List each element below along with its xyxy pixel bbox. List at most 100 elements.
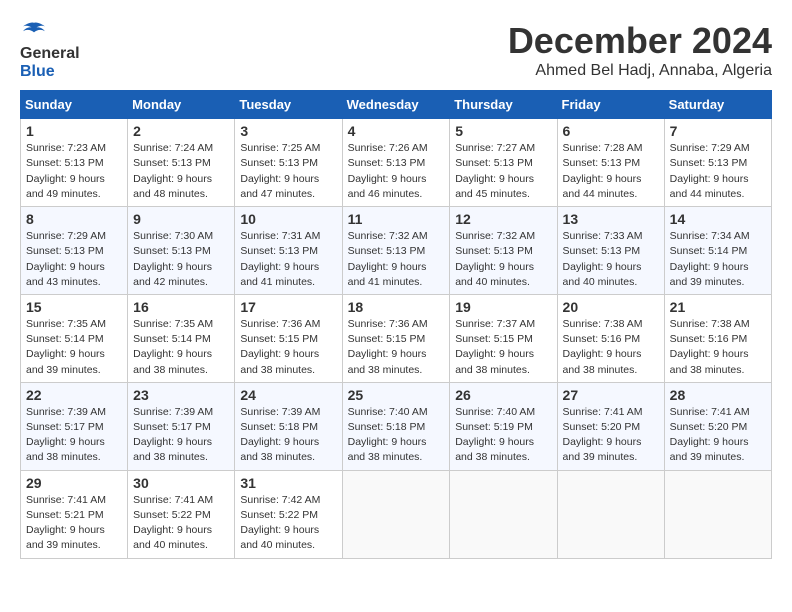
day-info: Sunrise: 7:40 AMSunset: 5:19 PMDaylight:…	[455, 405, 551, 466]
day-info: Sunrise: 7:41 AMSunset: 5:20 PMDaylight:…	[563, 405, 659, 466]
day-number: 15	[26, 299, 122, 315]
calendar-cell: 7 Sunrise: 7:29 AMSunset: 5:13 PMDaylight…	[664, 119, 771, 207]
calendar-cell: 1 Sunrise: 7:23 AMSunset: 5:13 PMDaylight…	[21, 119, 128, 207]
calendar-cell: 16 Sunrise: 7:35 AMSunset: 5:14 PMDayligh…	[128, 294, 235, 382]
calendar-cell: 2Sunrise: 7:24 AMSunset: 5:13 PMDaylight…	[128, 119, 235, 207]
day-number: 11	[348, 211, 445, 227]
calendar-cell: 11 Sunrise: 7:32 AMSunset: 5:13 PMDayligh…	[342, 207, 450, 295]
day-info: Sunrise: 7:28 AMSunset: 5:13 PMDaylight:…	[563, 141, 659, 202]
day-info: Sunrise: 7:35 AMSunset: 5:14 PMDaylight:…	[133, 317, 229, 378]
day-number: 16	[133, 299, 229, 315]
calendar-cell	[342, 470, 450, 558]
calendar-cell: 24 Sunrise: 7:39 AMSunset: 5:18 PMDayligh…	[235, 382, 342, 470]
calendar-cell: 5Sunrise: 7:27 AMSunset: 5:13 PMDaylight…	[450, 119, 557, 207]
calendar-cell: 31Sunrise: 7:42 AMSunset: 5:22 PMDayligh…	[235, 470, 342, 558]
day-number: 3	[240, 123, 336, 139]
day-info: Sunrise: 7:31 AMSunset: 5:13 PMDaylight:…	[240, 229, 336, 290]
day-info: Sunrise: 7:37 AMSunset: 5:15 PMDaylight:…	[455, 317, 551, 378]
calendar-week-4: 22 Sunrise: 7:39 AMSunset: 5:17 PMDayligh…	[21, 382, 772, 470]
calendar-cell	[450, 470, 557, 558]
calendar-header-sunday: Sunday	[21, 91, 128, 119]
calendar-header-thursday: Thursday	[450, 91, 557, 119]
calendar-cell: 22 Sunrise: 7:39 AMSunset: 5:17 PMDayligh…	[21, 382, 128, 470]
calendar-header-row: SundayMondayTuesdayWednesdayThursdayFrid…	[21, 91, 772, 119]
day-info: Sunrise: 7:34 AMSunset: 5:14 PMDaylight:…	[670, 229, 766, 290]
calendar-cell: 15Sunrise: 7:35 AMSunset: 5:14 PMDayligh…	[21, 294, 128, 382]
day-number: 17	[240, 299, 336, 315]
day-number: 8	[26, 211, 122, 227]
day-info: Sunrise: 7:33 AMSunset: 5:13 PMDaylight:…	[563, 229, 659, 290]
calendar-header-monday: Monday	[128, 91, 235, 119]
logo-general: General	[20, 45, 80, 63]
calendar-cell: 28 Sunrise: 7:41 AMSunset: 5:20 PMDayligh…	[664, 382, 771, 470]
day-number: 9	[133, 211, 229, 227]
location-subtitle: Ahmed Bel Hadj, Annaba, Algeria	[508, 62, 772, 80]
calendar-table: SundayMondayTuesdayWednesdayThursdayFrid…	[20, 90, 772, 558]
day-number: 10	[240, 211, 336, 227]
day-number: 4	[348, 123, 445, 139]
calendar-week-2: 8 Sunrise: 7:29 AMSunset: 5:13 PMDaylight…	[21, 207, 772, 295]
calendar-cell: 29 Sunrise: 7:41 AMSunset: 5:21 PMDayligh…	[21, 470, 128, 558]
day-number: 14	[670, 211, 766, 227]
day-number: 7	[670, 123, 766, 139]
day-number: 28	[670, 387, 766, 403]
day-info: Sunrise: 7:41 AMSunset: 5:20 PMDaylight:…	[670, 405, 766, 466]
day-info: Sunrise: 7:23 AMSunset: 5:13 PMDaylight:…	[26, 141, 122, 202]
day-info: Sunrise: 7:29 AMSunset: 5:13 PMDaylight:…	[670, 141, 766, 202]
page-header: General Blue December 2024 Ahmed Bel Had…	[20, 20, 772, 80]
day-info: Sunrise: 7:41 AMSunset: 5:22 PMDaylight:…	[133, 493, 229, 554]
title-block: December 2024 Ahmed Bel Hadj, Annaba, Al…	[508, 20, 772, 80]
day-info: Sunrise: 7:39 AMSunset: 5:17 PMDaylight:…	[26, 405, 122, 466]
calendar-cell: 10 Sunrise: 7:31 AMSunset: 5:13 PMDayligh…	[235, 207, 342, 295]
day-number: 13	[563, 211, 659, 227]
calendar-week-1: 1 Sunrise: 7:23 AMSunset: 5:13 PMDaylight…	[21, 119, 772, 207]
day-info: Sunrise: 7:42 AMSunset: 5:22 PMDaylight:…	[240, 493, 336, 554]
day-number: 22	[26, 387, 122, 403]
day-number: 24	[240, 387, 336, 403]
day-info: Sunrise: 7:39 AMSunset: 5:18 PMDaylight:…	[240, 405, 336, 466]
calendar-cell: 27Sunrise: 7:41 AMSunset: 5:20 PMDayligh…	[557, 382, 664, 470]
calendar-cell: 21 Sunrise: 7:38 AMSunset: 5:16 PMDayligh…	[664, 294, 771, 382]
logo: General Blue	[20, 20, 80, 80]
calendar-cell: 4 Sunrise: 7:26 AMSunset: 5:13 PMDaylight…	[342, 119, 450, 207]
logo-block: General Blue	[20, 20, 80, 80]
calendar-cell: 9 Sunrise: 7:30 AMSunset: 5:13 PMDaylight…	[128, 207, 235, 295]
day-number: 20	[563, 299, 659, 315]
calendar-header-tuesday: Tuesday	[235, 91, 342, 119]
day-info: Sunrise: 7:32 AMSunset: 5:13 PMDaylight:…	[348, 229, 445, 290]
logo-icon	[22, 20, 46, 40]
day-number: 26	[455, 387, 551, 403]
day-number: 29	[26, 475, 122, 491]
calendar-cell	[557, 470, 664, 558]
logo-blue: Blue	[20, 63, 80, 81]
calendar-week-3: 15 Sunrise: 7:35 AMSunset: 5:14 PMDayligh…	[21, 294, 772, 382]
day-info: Sunrise: 7:41 AMSunset: 5:21 PMDaylight:…	[26, 493, 122, 554]
calendar-cell: 19Sunrise: 7:37 AMSunset: 5:15 PMDayligh…	[450, 294, 557, 382]
calendar-cell: 18Sunrise: 7:36 AMSunset: 5:15 PMDayligh…	[342, 294, 450, 382]
day-info: Sunrise: 7:40 AMSunset: 5:18 PMDaylight:…	[348, 405, 445, 466]
day-info: Sunrise: 7:38 AMSunset: 5:16 PMDaylight:…	[563, 317, 659, 378]
day-number: 1	[26, 123, 122, 139]
day-info: Sunrise: 7:36 AMSunset: 5:15 PMDaylight:…	[240, 317, 336, 378]
day-number: 30	[133, 475, 229, 491]
calendar-cell: 20 Sunrise: 7:38 AMSunset: 5:16 PMDayligh…	[557, 294, 664, 382]
day-info: Sunrise: 7:29 AMSunset: 5:13 PMDaylight:…	[26, 229, 122, 290]
day-info: Sunrise: 7:38 AMSunset: 5:16 PMDaylight:…	[670, 317, 766, 378]
day-number: 2	[133, 123, 229, 139]
day-info: Sunrise: 7:36 AMSunset: 5:15 PMDaylight:…	[348, 317, 445, 378]
day-number: 6	[563, 123, 659, 139]
calendar-cell: 12Sunrise: 7:32 AMSunset: 5:13 PMDayligh…	[450, 207, 557, 295]
calendar-cell: 17 Sunrise: 7:36 AMSunset: 5:15 PMDayligh…	[235, 294, 342, 382]
day-info: Sunrise: 7:25 AMSunset: 5:13 PMDaylight:…	[240, 141, 336, 202]
calendar-cell: 14 Sunrise: 7:34 AMSunset: 5:14 PMDayligh…	[664, 207, 771, 295]
calendar-cell: 30 Sunrise: 7:41 AMSunset: 5:22 PMDayligh…	[128, 470, 235, 558]
day-number: 23	[133, 387, 229, 403]
calendar-cell: 26 Sunrise: 7:40 AMSunset: 5:19 PMDayligh…	[450, 382, 557, 470]
calendar-cell: 3 Sunrise: 7:25 AMSunset: 5:13 PMDaylight…	[235, 119, 342, 207]
day-number: 21	[670, 299, 766, 315]
day-info: Sunrise: 7:39 AMSunset: 5:17 PMDaylight:…	[133, 405, 229, 466]
day-info: Sunrise: 7:30 AMSunset: 5:13 PMDaylight:…	[133, 229, 229, 290]
calendar-cell: 6 Sunrise: 7:28 AMSunset: 5:13 PMDaylight…	[557, 119, 664, 207]
calendar-cell	[664, 470, 771, 558]
day-info: Sunrise: 7:26 AMSunset: 5:13 PMDaylight:…	[348, 141, 445, 202]
